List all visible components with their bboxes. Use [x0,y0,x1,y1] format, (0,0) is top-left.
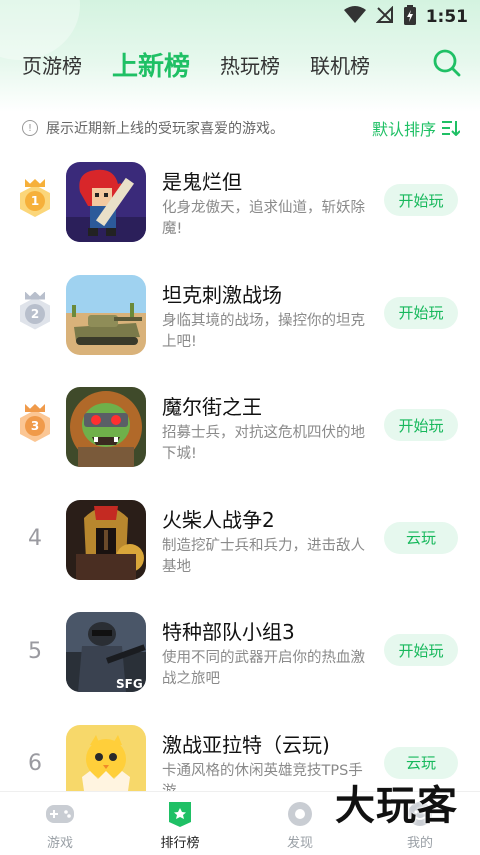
game-title: 魔尔街之王 [162,395,262,419]
rank-label: 5 [18,634,52,668]
battery-charging-icon [403,5,416,29]
game-description: 使用不同的武器开启你的热血激战之旅吧 [162,650,365,687]
nav-label: 我的 [406,836,433,851]
play-button[interactable]: 开始玩 [384,296,458,329]
status-time: 1:51 [425,7,468,27]
nav-label: 排行榜 [160,836,200,851]
game-icon[interactable] [66,162,146,242]
game-description: 招募士兵，对抗这危机四伏的地下城! [162,425,365,462]
tab-new-releases[interactable]: 上新榜 [112,46,190,83]
rank-number: 1 [25,191,45,211]
game-title: 激战亚拉特（云玩) [162,732,330,757]
gamepad-icon [46,805,74,823]
rank-number: 6 [28,751,42,776]
play-button[interactable]: 开始玩 [384,634,458,666]
game-description: 制造挖矿士兵和兵力，进击敌人基地 [162,537,365,575]
ranking-tabs: 页游榜 上新榜 热玩榜 联机榜 [22,42,462,86]
sort-icon [442,121,460,136]
rank-number: 2 [25,303,45,324]
rank-number: 4 [28,526,42,551]
info-text: 展示近期新上线的受玩家喜爱的游戏。 [46,121,284,137]
rank-medal-bronze: 3 [18,404,52,443]
game-icon[interactable]: SFG [66,612,146,692]
game-title: 特种部队小组3 [162,620,295,644]
game-icon[interactable] [66,387,146,467]
discover-icon [288,802,312,826]
nav-item-ranking[interactable]: 排行榜 [120,792,240,855]
game-icon-badge: SFG [116,677,143,691]
game-row[interactable]: 4 火柴人战争2 制造挖矿士兵和兵力，进击敌人基地 云玩 [0,496,480,609]
play-button[interactable]: 开始玩 [384,409,458,441]
game-row[interactable]: 5 SFG 特种部队小组3 使用不同的武器开启你的热血激战之旅吧 开始玩 [0,608,480,721]
game-description: 化身龙傲天，追求仙道，斩妖除魔! [162,200,365,237]
rank-number: 5 [28,638,42,664]
no-signal-icon [375,5,394,28]
game-title: 是鬼烂但 [162,170,242,194]
rank-medal-gold: 1 [18,179,52,218]
cloud-play-button[interactable]: 云玩 [384,521,458,554]
rank-number: 3 [25,416,45,436]
wifi-icon [343,6,366,28]
search-icon[interactable] [432,48,462,78]
rank-label: 4 [18,522,52,556]
game-list: 1 是鬼烂但 化身龙傲天，追求仙道，斩妖除魔! 开始玩 2 坦克刺激战场 身临其… [0,158,480,833]
game-title: 坦克刺激战场 [162,282,282,307]
tab-multiplayer[interactable]: 联机榜 [310,50,370,79]
sort-button[interactable]: 默认排序 [372,116,460,140]
rank-label: 6 [18,747,52,781]
info-icon: ! [22,120,38,136]
tab-web-games[interactable]: 页游榜 [22,50,82,79]
sort-label: 默认排序 [371,120,436,139]
ranking-icon [169,802,191,827]
game-row[interactable]: 1 是鬼烂但 化身龙傲天，追求仙道，斩妖除魔! 开始玩 [0,158,480,271]
game-icon[interactable] [66,274,146,355]
game-row[interactable]: 3 魔尔街之王 招募士兵，对抗这危机四伏的地下城! 开始玩 [0,383,480,496]
game-title: 火柴人战争2 [162,507,275,532]
info-row: ! 展示近期新上线的受玩家喜爱的游戏。 默认排序 [22,114,460,142]
nav-label: 游戏 [46,836,73,851]
game-row[interactable]: 2 坦克刺激战场 身临其境的战场，操控你的坦克上吧! 开始玩 [0,271,480,384]
tab-hot-games[interactable]: 热玩榜 [220,50,280,79]
game-icon[interactable] [66,499,146,580]
status-bar: 1:51 [0,0,480,34]
rank-medal-silver: 2 [18,291,52,331]
nav-item-games[interactable]: 游戏 [0,792,120,855]
play-button[interactable]: 开始玩 [384,184,458,216]
game-description: 身临其境的战场，操控你的坦克上吧! [162,312,365,350]
watermark-text: 大玩客 [335,783,458,829]
nav-label: 发现 [286,836,313,851]
